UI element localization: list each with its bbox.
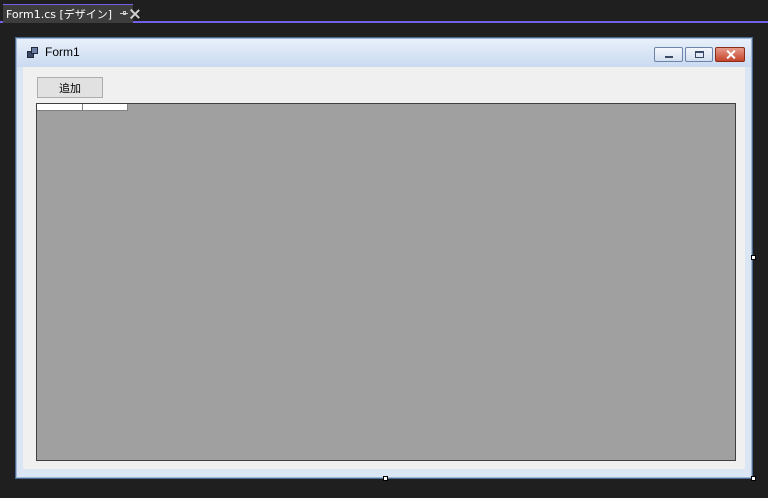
- data-grid-view[interactable]: [36, 103, 736, 461]
- grid-header-cell[interactable]: [37, 104, 83, 111]
- form-title: Form1: [45, 45, 80, 59]
- form-title-bar[interactable]: Form1: [17, 39, 751, 67]
- minimize-button[interactable]: [654, 47, 683, 62]
- tab-form1-design[interactable]: Form1.cs [デザイン]: [3, 4, 133, 23]
- pin-icon[interactable]: [119, 9, 130, 19]
- resize-handle-right[interactable]: [751, 255, 756, 260]
- close-icon[interactable]: [130, 9, 133, 19]
- add-button[interactable]: 追加: [37, 77, 103, 98]
- resize-handle-bottom[interactable]: [383, 476, 388, 481]
- grid-header-cell[interactable]: [83, 104, 128, 111]
- document-tab-strip: Form1.cs [デザイン]: [0, 0, 768, 23]
- maximize-button[interactable]: [685, 47, 713, 62]
- form-icon: [27, 47, 39, 59]
- minimize-icon: [665, 56, 673, 58]
- resize-handle-bottom-right[interactable]: [751, 476, 756, 481]
- maximize-icon: [695, 51, 704, 58]
- close-button[interactable]: [715, 47, 745, 62]
- tab-title: Form1.cs [デザイン]: [6, 8, 113, 21]
- close-icon: [726, 49, 736, 60]
- form1-window[interactable]: Form1 追加: [16, 38, 752, 478]
- form-client-area: 追加: [23, 67, 745, 469]
